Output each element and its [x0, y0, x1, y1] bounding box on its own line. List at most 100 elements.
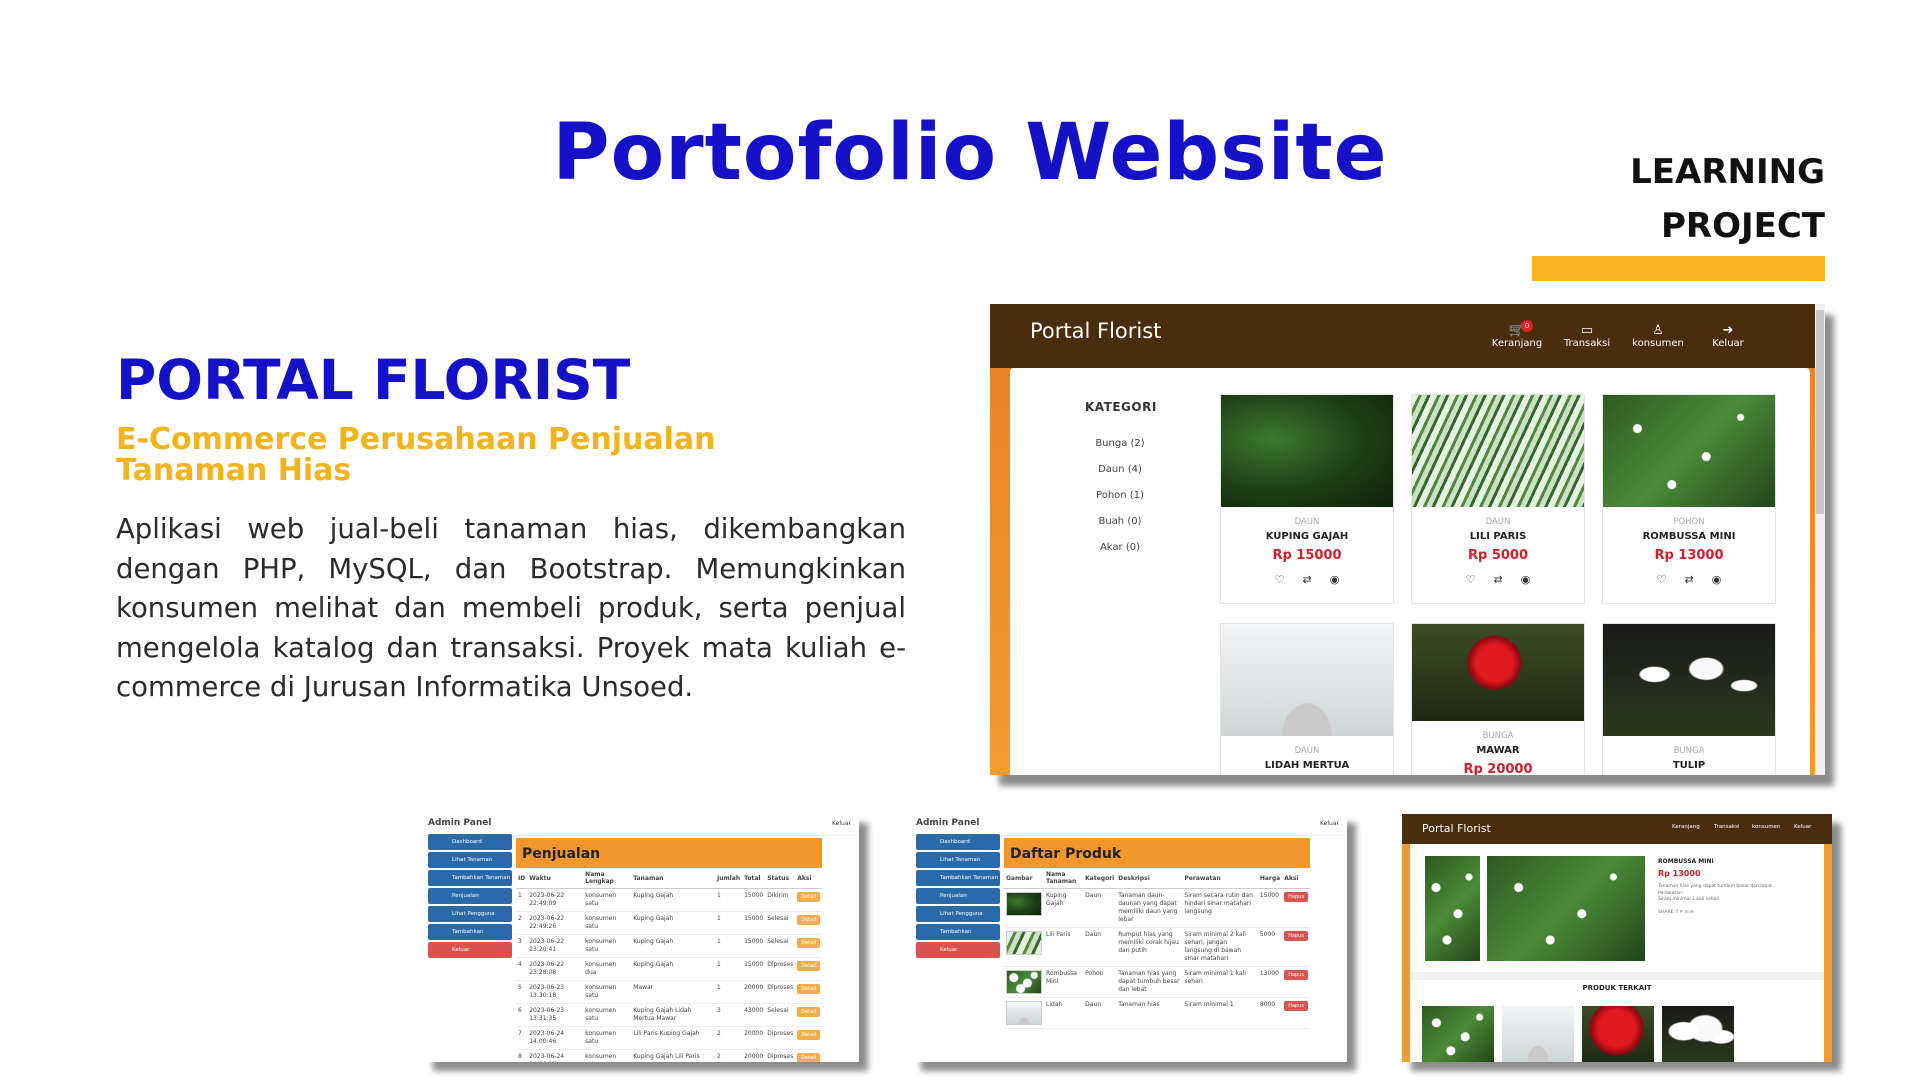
store-screenshot: Portal Florist 🛒 0 Keranjang ▭ Transaksi… [990, 304, 1825, 775]
detail-button[interactable]: Detail [797, 915, 820, 925]
detail-button[interactable]: Detail [797, 961, 820, 971]
kategori-item[interactable]: Daun (4) [1080, 464, 1160, 475]
compare-icon[interactable]: ⇄ [1303, 573, 1330, 586]
product-name[interactable]: LIDAH MERTUA [1221, 760, 1393, 771]
store-body: KATEGORI Bunga (2) Daun (4) Pohon (1) Bu… [990, 368, 1825, 775]
product-image[interactable] [1412, 395, 1584, 507]
table-cell: Daun [1083, 888, 1117, 928]
product-name[interactable]: ROMBUSSA MINI [1603, 531, 1775, 542]
sales-table: ID Waktu Nama Lengkap Tanaman Jumlah Tot… [516, 868, 822, 1062]
table-cell: konsumen satu [583, 1003, 632, 1027]
side-penjualan[interactable]: Penjualan [916, 888, 1000, 904]
detail-button[interactable]: Detail [797, 892, 820, 902]
related-product-image[interactable] [1502, 1006, 1574, 1062]
table-cell: Mawar [631, 980, 715, 1004]
share-icons[interactable]: f ✕ in ✉ [1676, 910, 1694, 915]
side-tambah-tanaman[interactable]: Tambahkan Tanaman [428, 870, 512, 886]
product-card[interactable]: DAUN KUPING GAJAH Rp 15000 ♡⇄◉ [1220, 394, 1394, 604]
col-header: Total [742, 868, 766, 889]
scrollbar-thumb[interactable] [1816, 310, 1824, 514]
heart-icon[interactable]: ♡ [1275, 573, 1303, 586]
detail-button[interactable]: Detail [797, 984, 820, 994]
admin-logout-link[interactable]: Keluar [1320, 820, 1339, 827]
delete-button[interactable]: Hapus [1284, 931, 1308, 941]
compare-icon[interactable]: ⇄ [1685, 573, 1712, 586]
product-name[interactable]: TULIP [1603, 760, 1775, 771]
product-card[interactable]: POHON ROMBUSSA MINI Rp 13000 ♡⇄◉ [1602, 394, 1776, 604]
product-actions: ♡⇄◉ [1412, 573, 1584, 586]
admin-logout-link[interactable]: Keluar [832, 820, 851, 827]
detail-nav-keranjang[interactable]: Keranjang [1672, 824, 1700, 830]
kategori-item[interactable]: Bunga (2) [1080, 438, 1160, 449]
delete-button[interactable]: Hapus [1284, 892, 1308, 902]
product-category: POHON [1673, 517, 1705, 527]
detail-button[interactable]: Detail [797, 1007, 820, 1017]
store-brand[interactable]: Portal Florist [1030, 319, 1161, 343]
detail-nav-keluar[interactable]: Keluar [1794, 824, 1811, 830]
nav-keranjang[interactable]: 🛒 0 Keranjang [1482, 320, 1552, 349]
product-image[interactable] [1603, 395, 1775, 507]
product-card[interactable]: BUNGA TULIP [1602, 623, 1776, 775]
kategori-item[interactable]: Buah (0) [1080, 516, 1160, 527]
eye-icon[interactable]: ◉ [1521, 573, 1549, 586]
detail-thumbnail[interactable] [1425, 856, 1480, 961]
table-cell: 2023-06-23 13:31:35 [527, 1003, 584, 1027]
detail-brand[interactable]: Portal Florist [1422, 822, 1491, 835]
product-image[interactable] [1221, 395, 1393, 507]
table-cell: Kuping Gajah Lidah Mertua Mawar [631, 1003, 715, 1027]
eye-icon[interactable]: ◉ [1330, 573, 1358, 586]
kategori-item[interactable]: Akar (0) [1080, 542, 1160, 553]
product-price: Rp 15000 [1272, 548, 1342, 563]
detail-body: ROMBUSSA MINI Rp 13000 Tanaman hias yang… [1402, 844, 1832, 1062]
detail-nav-konsumen[interactable]: konsumen [1752, 824, 1780, 830]
table-cell: Tanaman daun-daunan yang dapat memiliki … [1116, 888, 1183, 928]
side-keluar[interactable]: Keluar [916, 942, 1000, 958]
heart-icon[interactable]: ♡ [1657, 573, 1685, 586]
related-product-image[interactable] [1422, 1006, 1494, 1062]
product-name[interactable]: KUPING GAJAH [1221, 531, 1393, 542]
table-cell: 15000 [742, 934, 766, 958]
product-image[interactable] [1221, 624, 1393, 736]
delete-button[interactable]: Hapus [1284, 1001, 1308, 1011]
product-card[interactable]: DAUN LILI PARIS Rp 5000 ♡⇄◉ [1411, 394, 1585, 604]
side-dashboard[interactable]: Dashboard [428, 834, 512, 850]
product-card[interactable]: DAUN LIDAH MERTUA [1220, 623, 1394, 775]
nav-konsumen[interactable]: ♙ konsumen [1623, 324, 1693, 350]
kategori-item[interactable]: Pohon (1) [1080, 490, 1160, 501]
heart-icon[interactable]: ♡ [1466, 573, 1494, 586]
product-detail-screenshot: Portal Florist Keranjang Transaksi konsu… [1402, 814, 1832, 1062]
side-tambah-pengguna[interactable]: Tambahkan Pengguna [916, 924, 1000, 951]
eye-icon[interactable]: ◉ [1712, 573, 1740, 586]
delete-button[interactable]: Hapus [1284, 970, 1308, 980]
detail-button[interactable]: Detail [797, 1030, 820, 1040]
nav-transaksi[interactable]: ▭ Transaksi [1552, 324, 1622, 350]
side-lihat-pengguna[interactable]: Lihat Pengguna [428, 906, 512, 922]
detail-button[interactable]: Detail [797, 938, 820, 948]
related-product-image[interactable] [1582, 1006, 1654, 1062]
side-dashboard[interactable]: Dashboard [916, 834, 1000, 850]
logout-icon: ➜ [1722, 323, 1734, 338]
side-keluar[interactable]: Keluar [428, 942, 512, 958]
side-tambah-pengguna[interactable]: Tambahkan Pengguna [428, 924, 512, 951]
store-card: KATEGORI Bunga (2) Daun (4) Pohon (1) Bu… [1010, 368, 1810, 775]
scrollbar[interactable] [1815, 304, 1825, 775]
product-name[interactable]: MAWAR [1412, 745, 1584, 756]
side-lihat-tanaman[interactable]: Lihat Tanaman [428, 852, 512, 868]
product-card[interactable]: BUNGA MAWAR Rp 20000 [1411, 623, 1585, 775]
compare-icon[interactable]: ⇄ [1494, 573, 1521, 586]
table-cell: 8000 [1257, 997, 1283, 1029]
side-tambah-tanaman[interactable]: Tambahkan Tanaman [916, 870, 1000, 886]
side-penjualan[interactable]: Penjualan [428, 888, 512, 904]
nav-keluar[interactable]: ➜ Keluar [1693, 323, 1763, 350]
related-product-image[interactable] [1662, 1006, 1734, 1062]
table-cell: Selesai [765, 1003, 796, 1027]
product-image[interactable] [1412, 624, 1584, 721]
side-lihat-pengguna[interactable]: Lihat Pengguna [916, 906, 1000, 922]
product-name[interactable]: LILI PARIS [1412, 531, 1584, 542]
store-navbar: Portal Florist 🛒 0 Keranjang ▭ Transaksi… [990, 304, 1825, 368]
detail-button[interactable]: Detail [797, 1053, 820, 1062]
detail-nav-transaksi[interactable]: Transaksi [1714, 824, 1739, 830]
side-lihat-tanaman[interactable]: Lihat Tanaman [916, 852, 1000, 868]
table-cell: 6 [516, 1003, 528, 1027]
product-image[interactable] [1603, 624, 1775, 736]
